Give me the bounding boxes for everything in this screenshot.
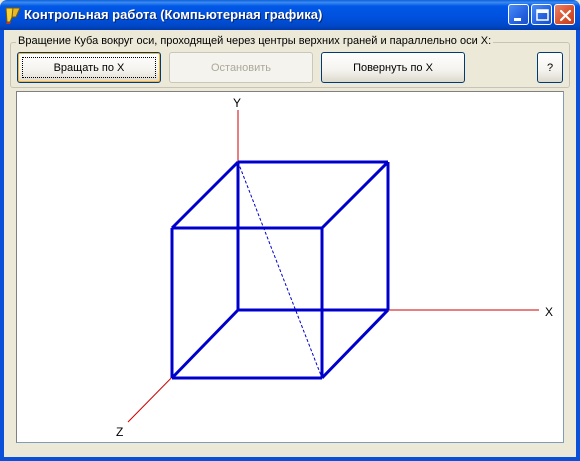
- x-axis-label: X: [545, 305, 554, 319]
- help-label: ?: [546, 61, 554, 74]
- cube-edge: [320, 308, 390, 380]
- rotate-x-button[interactable]: Вращать по X: [17, 52, 161, 83]
- close-button[interactable]: [554, 4, 575, 25]
- minimize-icon: [514, 18, 521, 21]
- minimize-button[interactable]: [508, 4, 529, 25]
- cube-scene: [127, 110, 539, 423]
- drawing-canvas[interactable]: Y X Z: [16, 91, 564, 443]
- help-button[interactable]: ?: [537, 52, 563, 83]
- window-border-bottom: [0, 457, 580, 461]
- turn-x-button[interactable]: Повернуть по X: [321, 52, 465, 83]
- cube-edge: [320, 160, 390, 230]
- cube-edge: [170, 308, 240, 380]
- maximize-button[interactable]: [531, 4, 552, 25]
- focus-rect: [22, 57, 156, 78]
- cube-edge: [170, 160, 240, 230]
- delphi-app-icon[interactable]: [4, 5, 22, 25]
- close-icon: [559, 9, 572, 22]
- maximize-icon: [536, 9, 549, 21]
- group-caption: Вращение Куба вокруг оси, проходящей чер…: [16, 35, 494, 47]
- stop-button[interactable]: Остановить: [169, 52, 313, 83]
- window-title: Контрольная работа (Компьютерная графика…: [24, 7, 323, 22]
- stop-label: Остановить: [210, 61, 272, 74]
- rotation-diagonal: [237, 161, 323, 379]
- turn-x-label: Повернуть по X: [353, 61, 433, 74]
- z-axis-label: Z: [116, 425, 124, 439]
- y-axis-label: Y: [233, 96, 242, 110]
- title-bar[interactable]: Контрольная работа (Компьютерная графика…: [0, 0, 580, 30]
- window-border-right: [576, 30, 580, 461]
- window-border-left: [0, 30, 4, 461]
